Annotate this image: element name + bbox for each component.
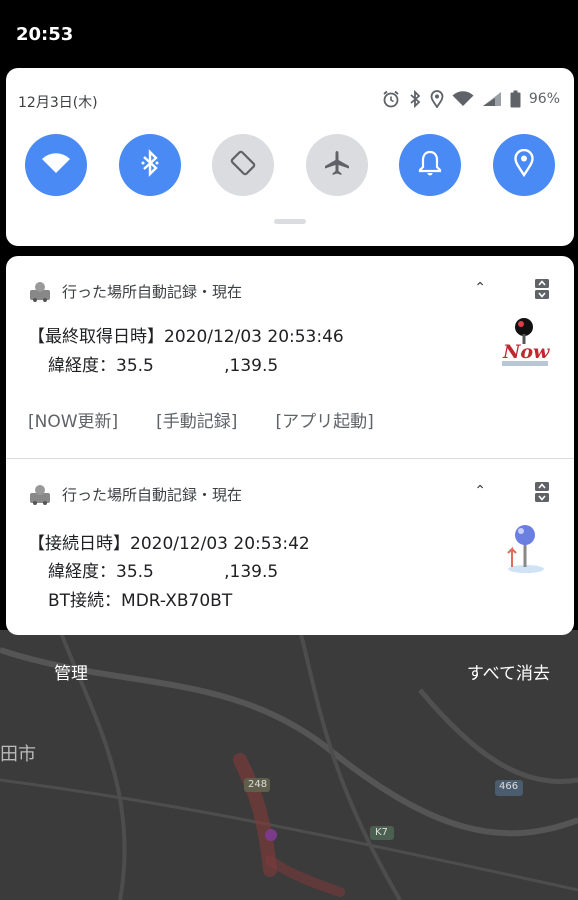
bluetooth-status-icon [408,90,422,108]
notification-actions: [NOW更新] [手動記録] [アプリ起動] [28,407,374,432]
bell-icon [418,149,442,181]
now-thumb-text: Now [503,341,550,363]
signal-icon [482,91,502,107]
map-road-label: 248 [248,779,268,790]
notification-header: 行った場所自動記録・現在 [28,483,242,505]
location-pin-icon [514,148,534,181]
status-time: 20:53 [16,24,74,45]
launch-app-button[interactable]: [アプリ起動] [275,407,373,432]
wifi-status-icon [452,91,474,107]
auto-rotate-icon [229,149,257,181]
map-road-label: 466 [499,781,519,792]
notification-app-title: 行った場所自動記録・現在 [62,485,243,504]
notification-app-title: 行った場所自動記録・現在 [62,282,243,301]
wifi-tile[interactable] [25,134,87,196]
latlng-text: 緯経度：35.5 ,139.5 [48,356,279,376]
auto-rotate-tile[interactable] [212,134,275,196]
notification-header: 行った場所自動記録・現在 [28,280,242,302]
bt-connection-text: BT接続：MDR-XB70BT [48,591,233,611]
location-tile[interactable] [492,134,555,196]
quick-settings-panel: 12月3日(木) 96% [6,68,574,246]
qs-status-icons: 96% [382,90,560,108]
now-update-button[interactable]: [NOW更新] [28,407,118,432]
status-bar: 20:53 [0,0,578,64]
app-icon [28,280,52,302]
manual-record-button[interactable]: [手動記録] [156,407,237,432]
collapse-chevron-icon[interactable]: ⌃ [474,280,486,296]
now-thumbnail: Now [500,316,550,368]
map-city-label: 田市 [0,744,36,765]
app-icon [28,483,52,505]
airplane-mode-tile[interactable] [305,134,368,196]
location-status-icon [430,90,444,108]
battery-level: 96% [528,91,560,107]
notification-bt-connect[interactable]: 行った場所自動記録・現在 ⌃ 【接続日時】2020/12/03 20:53:42… [6,459,574,635]
sound-tile[interactable] [399,134,462,196]
latlng-text: 緯経度：35.5 ,139.5 [48,562,279,582]
map-road-label: K7 [375,827,388,838]
bluetooth-icon [140,149,160,181]
airplane-icon [323,149,351,181]
quick-settings-tiles [25,134,555,196]
clear-all-button[interactable]: すべて消去 [467,659,550,684]
last-acquired-datetime: 【最終取得日時】2020/12/03 20:53:46 [28,327,344,347]
notification-now[interactable]: 行った場所自動記録・現在 ⌃ 【最終取得日時】2020/12/03 20:53:… [6,256,574,458]
battery-icon [510,90,521,108]
map-pin-thumbnail [502,523,550,575]
bluetooth-tile[interactable] [118,134,181,196]
qs-date[interactable]: 12月3日(木) [18,92,98,112]
qs-drag-handle[interactable] [274,219,306,224]
connect-datetime: 【接続日時】2020/12/03 20:53:42 [28,534,310,554]
alarm-icon [382,90,400,108]
wifi-icon [41,151,71,179]
manage-button[interactable]: 管理 [54,659,88,684]
collapse-chevron-icon[interactable]: ⌃ [474,483,486,499]
notification-settings-icon[interactable] [534,278,550,300]
notification-settings-icon[interactable] [534,481,550,503]
